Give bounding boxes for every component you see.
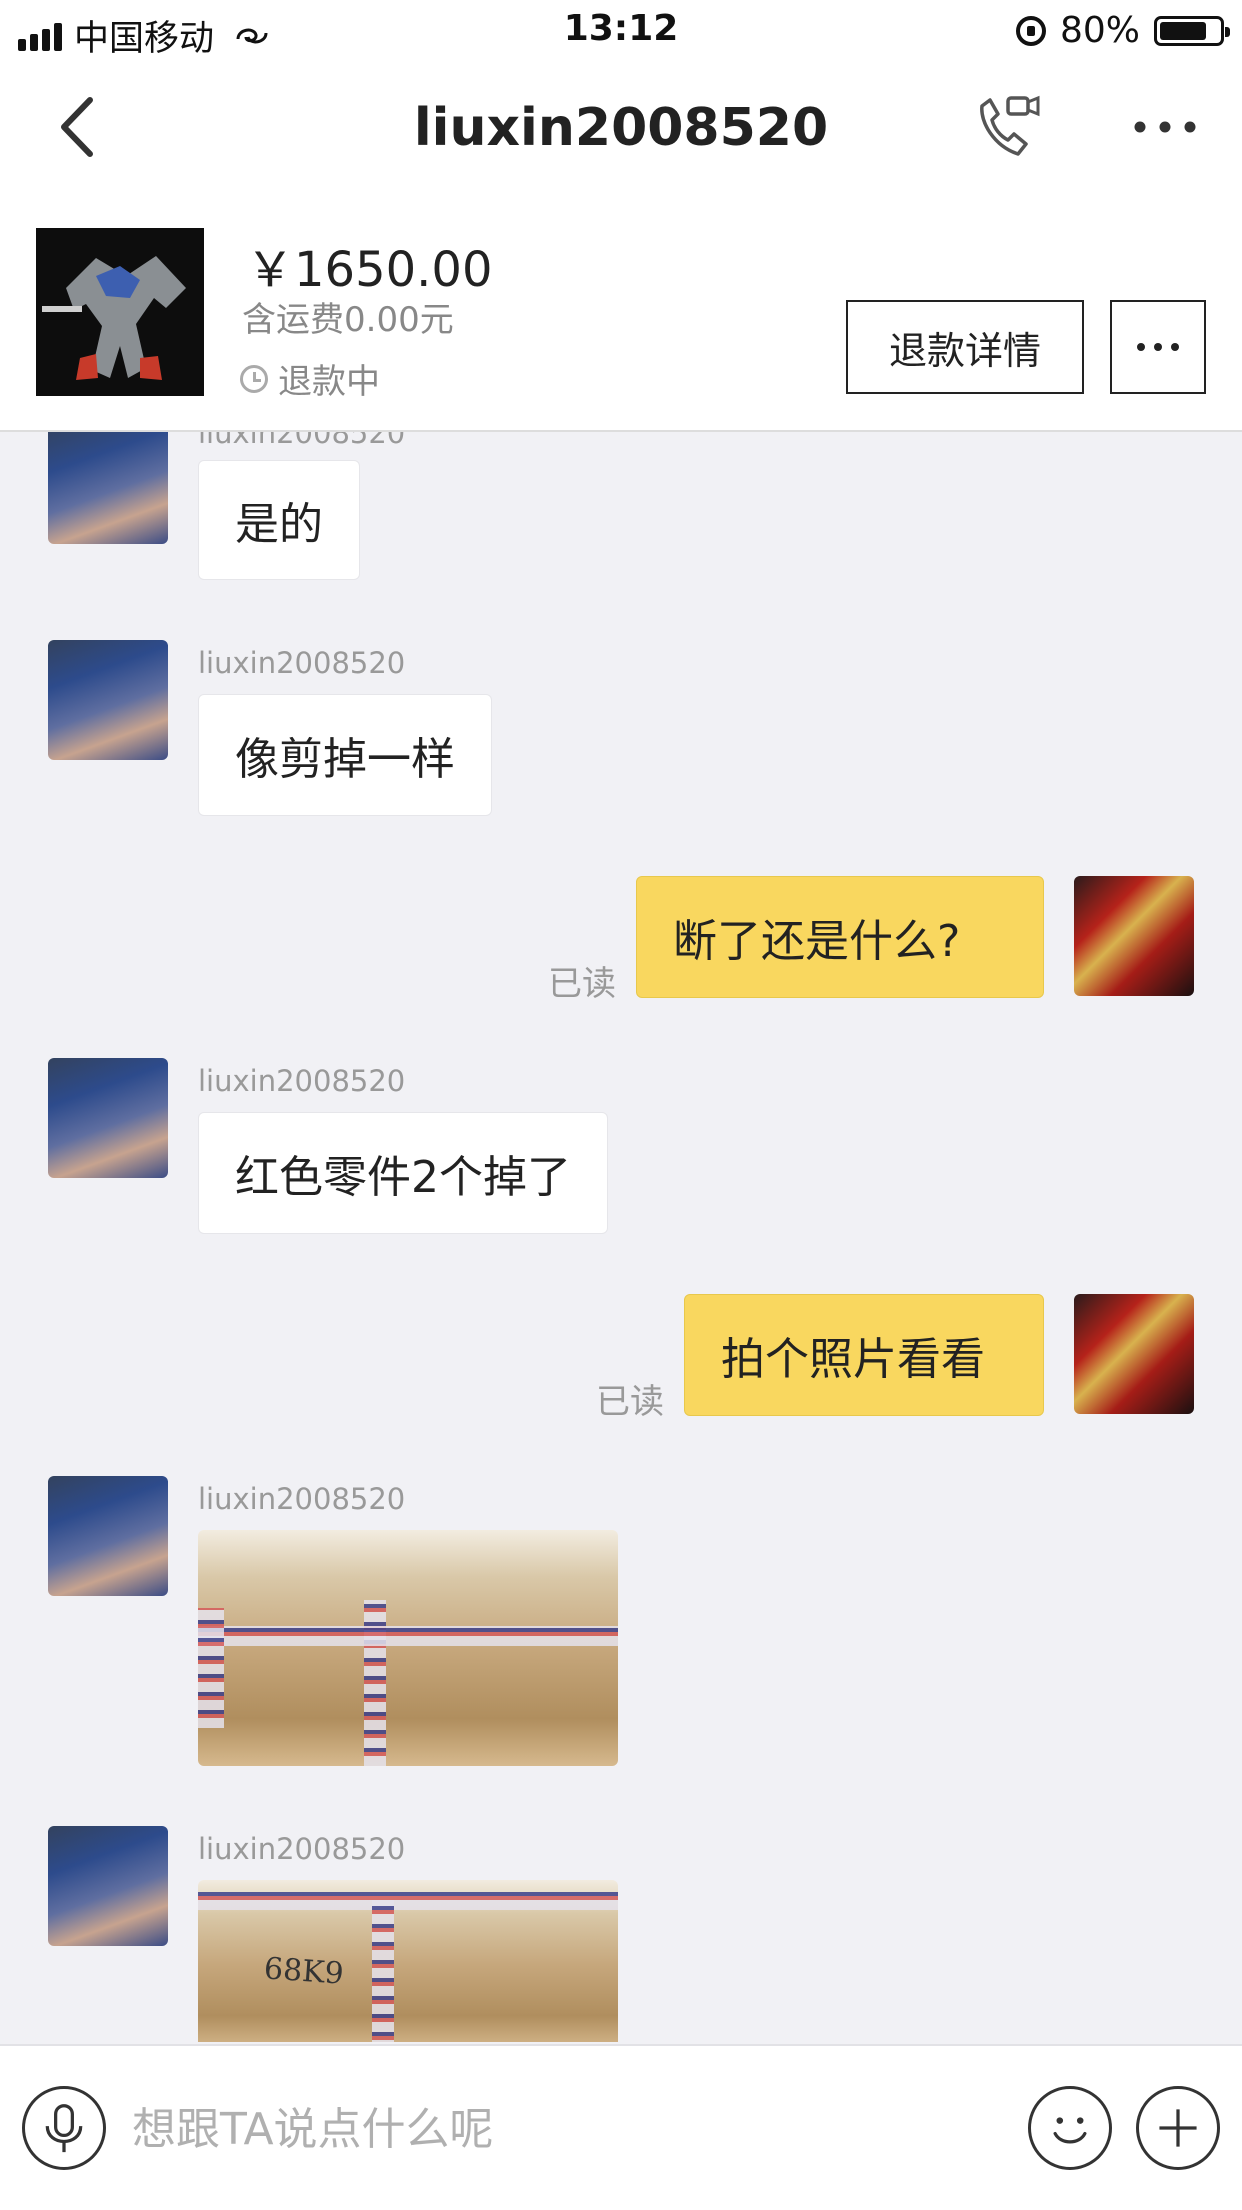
order-card[interactable]: ￥1650.00 含运费0.00元 退款中 退款详情 [0,190,1242,432]
product-thumbnail[interactable] [36,228,204,396]
message-bubble-self[interactable]: 断了还是什么? [636,876,1044,998]
status-right: 80% [1015,10,1230,51]
avatar[interactable] [48,1476,168,1596]
avatar[interactable] [48,1826,168,1946]
sender-name: liuxin2008520 [198,432,406,450]
nav-bar: liuxin2008520 [0,62,1242,190]
phone-video-icon[interactable] [972,92,1042,162]
avatar[interactable] [48,640,168,760]
input-bar [0,2044,1242,2210]
message-bubble[interactable]: 红色零件2个掉了 [198,1112,608,1234]
more-dot [1154,343,1162,351]
tape-strip [198,1608,224,1728]
package-photo[interactable] [198,1530,618,1766]
smiley-icon[interactable] [1028,2086,1112,2170]
battery-fill [1160,21,1207,40]
message-input[interactable] [130,2086,994,2172]
sender-name: liuxin2008520 [198,1832,406,1866]
tape-strip [198,1892,618,1910]
avatar[interactable] [48,1058,168,1178]
handwritten-mark: 68K9 [262,1951,345,1992]
refund-status-text: 退款中 [278,362,380,402]
read-receipt: 已读 [548,964,616,1004]
shipping-fee: 含运费0.00元 [242,300,454,340]
battery-percent: 80% [1059,10,1140,51]
page-title: liuxin2008520 [413,98,829,158]
more-dot [1171,343,1179,351]
avatar[interactable] [48,432,168,544]
refund-details-button[interactable]: 退款详情 [846,300,1084,394]
read-receipt: 已读 [596,1382,664,1422]
sender-name: liuxin2008520 [198,646,406,680]
status-bar: 中国移动 13:12 80% [0,0,1242,62]
microphone-icon[interactable] [22,2086,106,2170]
sender-name: liuxin2008520 [198,1064,406,1098]
message-bubble[interactable]: 是的 [198,460,360,580]
chat-area[interactable]: liuxin2008520 是的 liuxin2008520 像剪掉一样 已读 … [0,432,1242,2042]
tape-strip [372,1900,394,2042]
order-more-button[interactable] [1110,300,1206,394]
refund-status: 退款中 [240,354,380,403]
tape-strip [364,1600,386,1766]
plus-icon[interactable] [1136,2086,1220,2170]
message-bubble-self[interactable]: 拍个照片看看 [684,1294,1044,1416]
battery-icon [1154,15,1230,46]
message-bubble[interactable]: 像剪掉一样 [198,694,492,816]
order-price: ￥1650.00 [246,242,493,298]
more-dots-icon[interactable] [1130,112,1200,142]
package-photo[interactable]: 68K9 [198,1880,618,2042]
sender-name: liuxin2008520 [198,1482,406,1516]
avatar-self[interactable] [1074,1294,1194,1414]
rotation-lock-icon [1015,15,1046,46]
avatar-self[interactable] [1074,876,1194,996]
tape-strip [198,1626,618,1646]
more-dot [1137,343,1145,351]
clock-icon [240,364,268,393]
